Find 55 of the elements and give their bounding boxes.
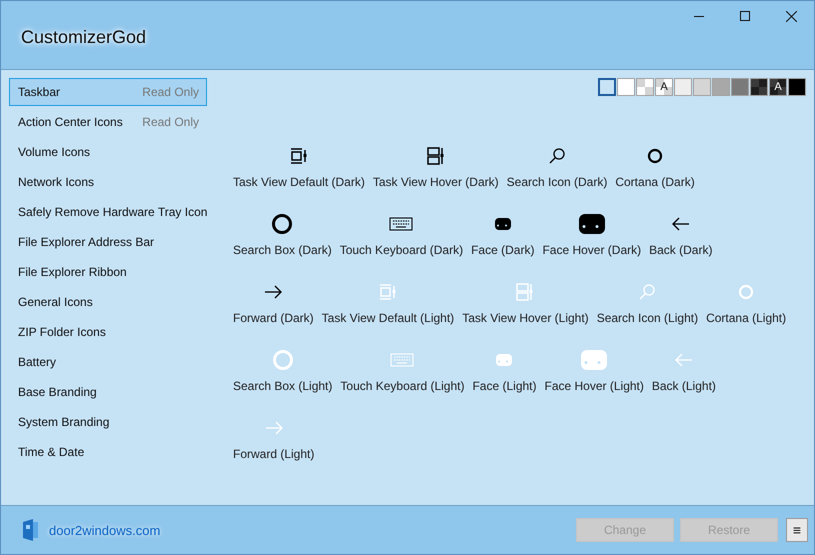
sidebar-item[interactable]: Taskbar Read Only (9, 78, 207, 106)
window-title: CustomizerGod (21, 27, 146, 48)
item-label: System Branding (18, 415, 110, 429)
icon-label: Task View Default (Dark) (233, 175, 365, 189)
sidebar-item[interactable]: Battery (9, 348, 207, 376)
read-only-label: Read Only (142, 85, 199, 99)
icon-label: Face Hover (Dark) (542, 243, 642, 257)
icon-label: Search Icon (Dark) (506, 175, 608, 189)
icon-label: Face (Light) (472, 379, 536, 393)
item-label: General Icons (18, 295, 93, 309)
icon-label: Back (Dark) (649, 243, 712, 257)
item-label: Safely Remove Hardware Tray Icon (18, 205, 208, 219)
sidebar-item[interactable]: System Branding (9, 408, 207, 436)
maximize-icon[interactable] (740, 11, 750, 21)
icon-label: Forward (Dark) (233, 311, 314, 325)
sidebar-item[interactable]: File Explorer Ribbon (9, 258, 207, 286)
icon-label: Task View Hover (Light) (462, 311, 589, 325)
icon-label: Task View Default (Light) (322, 311, 454, 325)
item-label: Time & Date (18, 445, 84, 459)
sidebar-item[interactable]: File Explorer Address Bar (9, 228, 207, 256)
item-label: Base Branding (18, 385, 97, 399)
sidebar-item[interactable]: Safely Remove Hardware Tray Icon (9, 198, 207, 226)
sidebar-item[interactable]: Time & Date (9, 438, 207, 466)
sidebar-item[interactable]: General Icons (9, 288, 207, 316)
menu-button[interactable]: ≡ (786, 518, 808, 542)
door-logo-icon (21, 519, 39, 541)
sidebar-item[interactable]: Volume Icons (9, 138, 207, 166)
item-label: Battery (18, 355, 56, 369)
icon-label: Back (Light) (652, 379, 716, 393)
icon-label: Face (Dark) (471, 243, 534, 257)
sidebar-item[interactable]: Network Icons (9, 168, 207, 196)
icon-label: Touch Keyboard (Light) (340, 379, 464, 393)
icon-label: Face Hover (Light) (544, 379, 644, 393)
sidebar-item[interactable]: ZIP Folder Icons (9, 318, 207, 346)
icon-label: Search Icon (Light) (596, 311, 698, 325)
item-label: File Explorer Ribbon (18, 265, 127, 279)
icon-label: Cortana (Dark) (615, 175, 695, 189)
icon-label: Forward (Light) (233, 447, 314, 461)
icon-label: Search Box (Light) (233, 379, 332, 393)
sidebar-item[interactable]: Action Center Icons Read Only (9, 108, 207, 136)
item-label: Action Center Icons (18, 115, 123, 129)
item-label: File Explorer Address Bar (18, 235, 154, 249)
item-label: ZIP Folder Icons (18, 325, 106, 339)
read-only-label: Read Only (142, 115, 199, 129)
sidebar-item[interactable]: Base Branding (9, 378, 207, 406)
close-icon[interactable] (786, 10, 796, 22)
item-label: Network Icons (18, 175, 94, 189)
background-swatch[interactable]: A (655, 78, 673, 96)
background-swatch[interactable]: A (769, 78, 787, 96)
icon-label: Cortana (Light) (706, 311, 786, 325)
icon-label: Task View Hover (Dark) (372, 175, 499, 189)
icon-label: Touch Keyboard (Dark) (340, 243, 464, 257)
icon-label: Search Box (Dark) (233, 243, 332, 257)
item-label: Taskbar (18, 85, 60, 99)
item-label: Volume Icons (18, 145, 90, 159)
